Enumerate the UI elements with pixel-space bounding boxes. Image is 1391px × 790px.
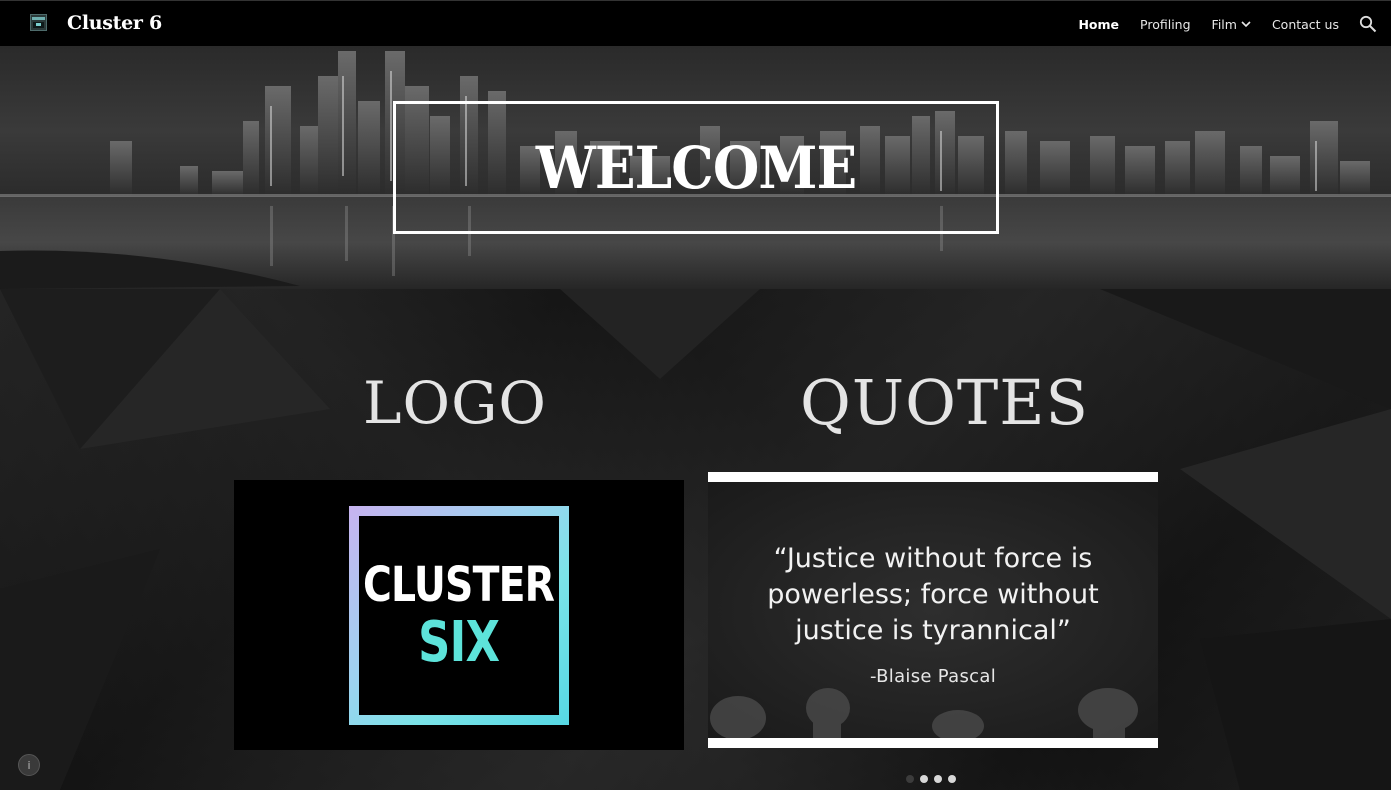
nav-item-contact-us[interactable]: Contact us (1272, 17, 1339, 32)
quote-carousel-slide[interactable]: “Justice without force is powerless; for… (708, 472, 1158, 748)
quote-line: powerless; force without (767, 579, 1099, 610)
nav-item-profiling[interactable]: Profiling (1140, 17, 1191, 32)
chevron-down-icon (1241, 20, 1251, 27)
carousel-indicators (906, 775, 962, 783)
carousel-dot[interactable] (948, 775, 956, 783)
quote-line: justice is tyrannical” (795, 615, 1071, 646)
quote-line: “Justice without force is (773, 543, 1093, 574)
info-icon[interactable]: i (18, 754, 40, 776)
nav-item-label: Contact us (1271, 16, 1339, 32)
logo-gradient-frame: CLUSTER SIX (349, 506, 569, 725)
carousel-dot[interactable] (906, 775, 914, 783)
quote-image: “Justice without force is powerless; for… (708, 482, 1158, 738)
logo-text-six: SIX (418, 609, 500, 675)
cluster-six-logo-image: CLUSTER SIX (234, 480, 684, 750)
nav-item-label: Home (1078, 16, 1120, 32)
quote-text: “Justice without force is powerless; for… (708, 541, 1158, 649)
raised-fists-illustration (710, 688, 1138, 738)
main-nav: Home Profiling Film Contact us (1057, 1, 1377, 47)
top-navigation-bar: Cluster 6 Home Profiling Film Contact us (0, 0, 1391, 46)
carousel-dot[interactable] (920, 775, 928, 783)
site-logo-icon[interactable] (30, 14, 47, 31)
hero-banner: WELCOME (0, 46, 1391, 289)
logo-inner: CLUSTER SIX (359, 516, 559, 715)
logo-heading: LOGO (363, 369, 547, 437)
nav-item-label: Profiling (1140, 16, 1191, 32)
nav-item-film[interactable]: Film (1212, 17, 1251, 32)
site-title[interactable]: Cluster 6 (67, 12, 162, 34)
geometric-background (0, 289, 1391, 790)
quotes-heading: QUOTES (800, 366, 1089, 439)
search-icon[interactable] (1359, 15, 1377, 33)
main-content: LOGO QUOTES CLUSTER SIX “Justice without… (0, 289, 1391, 790)
welcome-title: WELCOME (535, 133, 857, 202)
nav-item-home[interactable]: Home (1078, 17, 1119, 32)
nav-item-label: Film (1211, 16, 1237, 32)
carousel-dot[interactable] (934, 775, 942, 783)
welcome-frame: WELCOME (393, 101, 999, 234)
logo-text-cluster: CLUSTER (363, 556, 555, 613)
